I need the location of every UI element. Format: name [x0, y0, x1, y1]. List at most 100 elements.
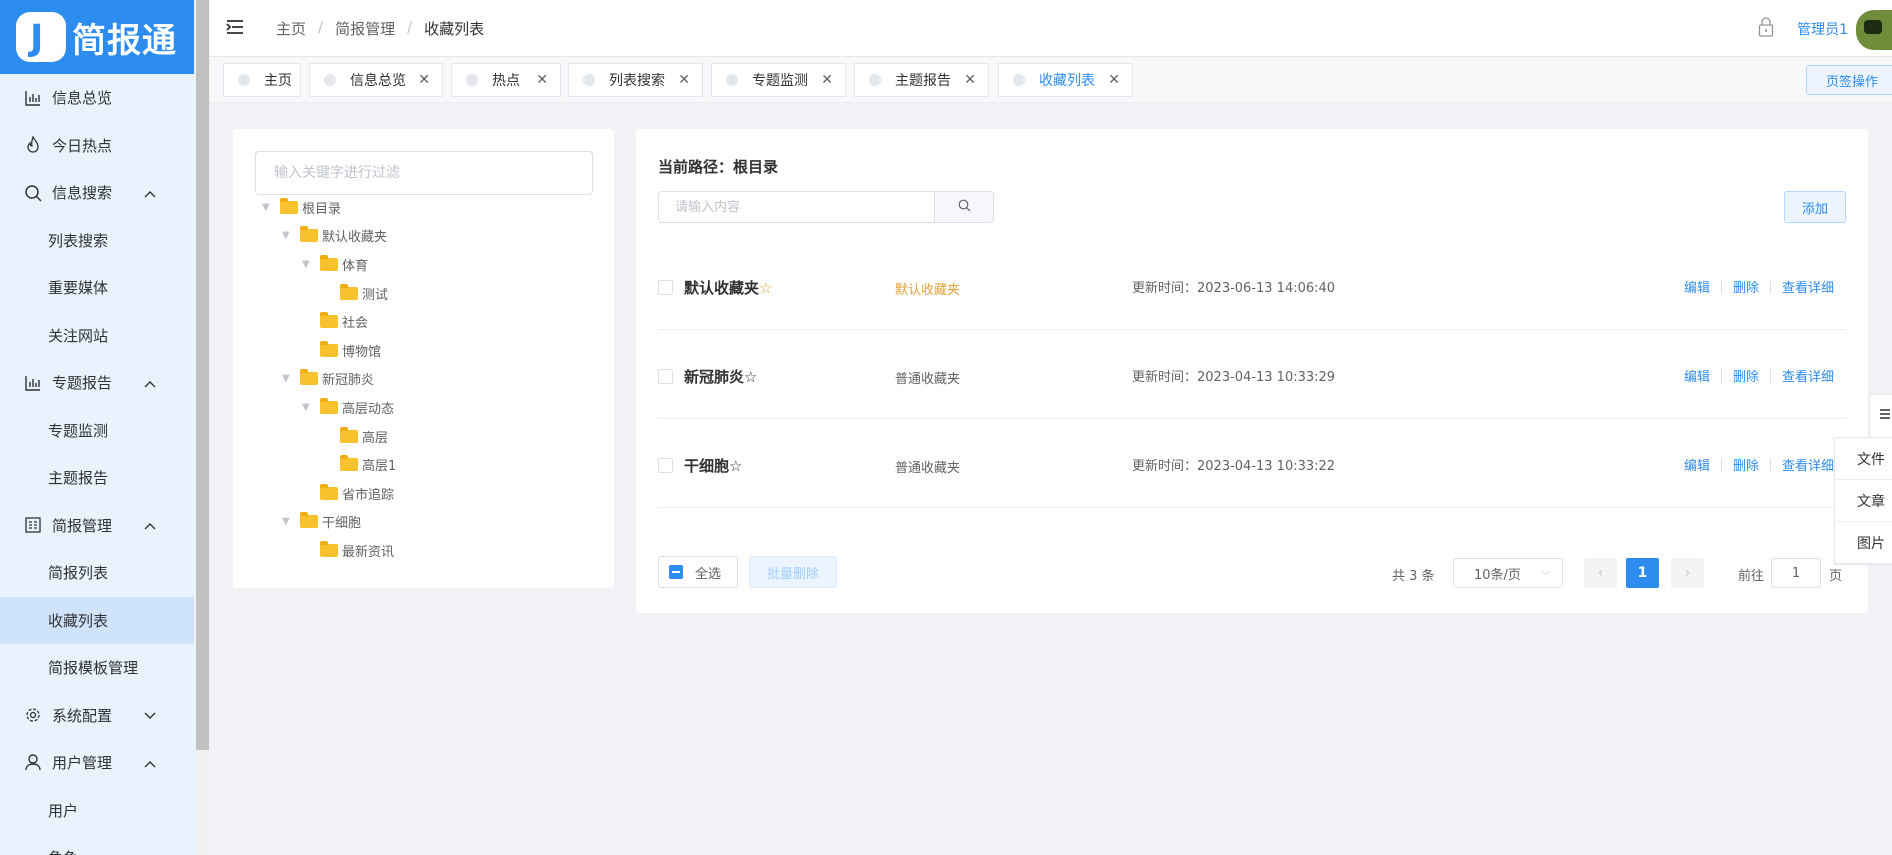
close-icon[interactable]: ✕	[1108, 72, 1120, 88]
page-number[interactable]: 1	[1626, 558, 1659, 588]
delete-link[interactable]: 删除	[1733, 366, 1759, 385]
tab-theme-report[interactable]: 主题报告 ✕	[854, 63, 989, 97]
add-button[interactable]: 添加	[1784, 191, 1846, 223]
caret-down-icon[interactable]: ▼	[262, 202, 276, 213]
folder-name[interactable]: 默认收藏夹☆	[684, 277, 772, 298]
sidebar-scrollbar-thumb[interactable]	[196, 0, 209, 750]
breadcrumb-separator: /	[318, 18, 324, 36]
tree-filter-input[interactable]	[255, 151, 593, 195]
row-checkbox[interactable]	[658, 458, 673, 473]
tree-node[interactable]: 高层	[322, 424, 388, 448]
sidebar-item-hot[interactable]: 今日热点	[0, 122, 194, 170]
table-row: 新冠肺炎☆ 普通收藏夹 更新时间：2023-04-13 10:33:29 编辑 …	[658, 330, 1846, 419]
sidebar-item-brief-templates[interactable]: 简报模板管理	[0, 644, 194, 692]
tab-hot[interactable]: 热点 ✕	[451, 63, 561, 97]
tab-overview[interactable]: 信息总览 ✕	[309, 63, 443, 97]
tree-node[interactable]: 最新资讯	[302, 538, 394, 562]
folder-name[interactable]: 干细胞☆	[684, 455, 742, 476]
chevron-left-icon: ‹	[1597, 565, 1604, 581]
tree-node[interactable]: 高层1	[322, 452, 396, 476]
sidebar-item-followed-sites[interactable]: 关注网站	[0, 312, 194, 360]
view-detail-link[interactable]: 查看详细	[1782, 366, 1834, 385]
edit-link[interactable]: 编辑	[1684, 366, 1710, 385]
caret-down-icon[interactable]: ▼	[282, 230, 296, 241]
close-icon[interactable]: ✕	[678, 72, 690, 88]
tree-node[interactable]: ▼ 体育	[302, 252, 368, 276]
close-icon[interactable]: ✕	[821, 72, 833, 88]
star-icon[interactable]: ☆	[759, 279, 772, 297]
sidebar-item-important-media[interactable]: 重要媒体	[0, 264, 194, 312]
tab-dot-icon	[1013, 74, 1025, 86]
view-detail-link[interactable]: 查看详细	[1782, 277, 1834, 296]
caret-down-icon[interactable]: ▼	[302, 259, 316, 270]
view-detail-link[interactable]: 查看详细	[1782, 455, 1834, 474]
tree-node[interactable]: ▼ 干细胞	[282, 509, 361, 533]
tab-favorites[interactable]: 收藏列表 ✕	[998, 63, 1133, 97]
goto-page-input[interactable]	[1771, 558, 1821, 588]
sidebar-item-topic-report[interactable]: 专题报告	[0, 359, 194, 407]
next-page-button[interactable]: ›	[1671, 558, 1704, 588]
sidebar-item-overview[interactable]: 信息总览	[0, 74, 194, 122]
close-icon[interactable]: ✕	[964, 72, 976, 88]
star-icon[interactable]: ☆	[729, 457, 742, 475]
edit-link[interactable]: 编辑	[1684, 455, 1710, 474]
folder-name[interactable]: 新冠肺炎☆	[684, 366, 757, 387]
caret-down-icon[interactable]: ▼	[282, 516, 296, 527]
tree-node[interactable]: 省市追踪	[302, 481, 394, 505]
caret-down-icon[interactable]: ▼	[282, 373, 296, 384]
close-icon[interactable]: ✕	[536, 72, 548, 88]
tree-node[interactable]: ▼ 新冠肺炎	[282, 366, 374, 390]
sidebar-item-user-management[interactable]: 用户管理	[0, 739, 194, 787]
prev-page-button[interactable]: ‹	[1584, 558, 1617, 588]
tab-topic-monitor[interactable]: 专题监测 ✕	[711, 63, 846, 97]
float-menu-file[interactable]: 文件	[1835, 438, 1892, 480]
row-checkbox[interactable]	[658, 369, 673, 384]
tree-node[interactable]: ▼ 默认收藏夹	[282, 223, 387, 247]
sidebar-item-list-search[interactable]: 列表搜索	[0, 217, 194, 265]
indeterminate-checkbox-icon	[669, 565, 683, 579]
sidebar-item-topic-monitor[interactable]: 专题监测	[0, 407, 194, 455]
float-menu-article[interactable]: 文章	[1835, 480, 1892, 522]
delete-link[interactable]: 删除	[1733, 455, 1759, 474]
breadcrumb-home[interactable]: 主页	[276, 18, 306, 39]
breadcrumb-brief-management[interactable]: 简报管理	[335, 18, 395, 39]
sidebar-item-roles[interactable]: 角色	[0, 834, 194, 855]
row-actions: 编辑 删除 查看详细	[1684, 455, 1834, 474]
delete-link[interactable]: 删除	[1733, 277, 1759, 296]
folder-icon	[320, 340, 338, 357]
sidebar-item-system-config[interactable]: 系统配置	[0, 692, 194, 740]
avatar[interactable]	[1856, 10, 1892, 50]
user-name[interactable]: 管理员1	[1797, 19, 1848, 39]
row-checkbox[interactable]	[658, 280, 673, 295]
close-icon[interactable]: ✕	[418, 72, 430, 88]
star-icon[interactable]: ☆	[744, 368, 757, 386]
page-size-select[interactable]: 10条/页 ⌵	[1453, 558, 1563, 588]
tree-node[interactable]: ▼ 根目录	[262, 195, 341, 219]
lock-icon[interactable]	[1758, 17, 1774, 41]
search-button[interactable]	[934, 191, 994, 223]
batch-delete-button[interactable]: 批量删除	[749, 556, 837, 588]
sidebar-item-brief-management[interactable]: 简报管理	[0, 502, 194, 550]
app-logo[interactable]: J 简报通	[0, 0, 194, 74]
sidebar-item-theme-report[interactable]: 主题报告	[0, 454, 194, 502]
edit-link[interactable]: 编辑	[1684, 277, 1710, 296]
float-menu-image[interactable]: 图片	[1835, 522, 1892, 564]
hamburger-menu-icon[interactable]	[226, 19, 244, 39]
tree-node[interactable]: 博物馆	[302, 338, 381, 362]
sidebar-item-brief-list[interactable]: 简报列表	[0, 549, 194, 597]
select-all-checkbox[interactable]: 全选	[658, 556, 738, 588]
search-input[interactable]	[658, 191, 935, 223]
sidebar-item-search[interactable]: 信息搜索	[0, 169, 194, 217]
tab-list-search[interactable]: 列表搜索 ✕	[568, 63, 703, 97]
floating-toolbar-toggle[interactable]	[1869, 394, 1892, 438]
caret-down-icon[interactable]: ▼	[302, 402, 316, 413]
tree-node[interactable]: ▼ 高层动态	[302, 395, 394, 419]
folder-icon	[300, 511, 318, 528]
tab-operations-button[interactable]: 页签操作	[1806, 65, 1892, 95]
tree-node[interactable]: 社会	[302, 309, 368, 333]
sidebar-item-favorites[interactable]: 收藏列表	[0, 596, 194, 644]
tree-node[interactable]: 测试	[322, 281, 388, 305]
tab-home[interactable]: 主页	[223, 63, 301, 97]
select-all-label: 全选	[695, 566, 722, 582]
sidebar-item-users[interactable]: 用户	[0, 787, 194, 835]
